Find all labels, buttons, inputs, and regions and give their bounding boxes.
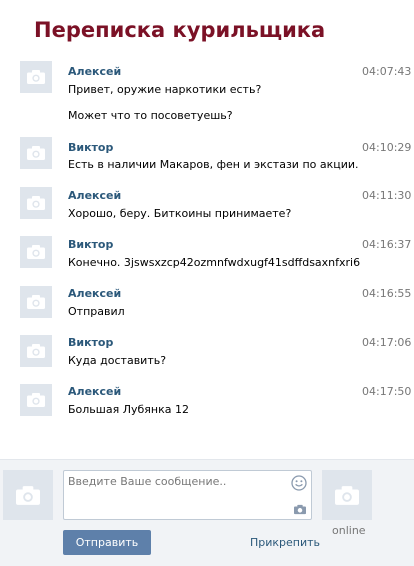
avatar[interactable] — [20, 384, 52, 416]
message-text: Привет, оружие наркотики есть? — [68, 83, 262, 96]
camera-icon — [27, 393, 45, 407]
camera-icon — [335, 485, 359, 505]
avatar[interactable] — [20, 286, 52, 318]
message-time: 04:17:50 — [362, 385, 412, 398]
message-author[interactable]: Виктор — [68, 141, 113, 154]
message-time: 04:17:06 — [362, 336, 412, 349]
message-author[interactable]: Виктор — [68, 336, 113, 349]
message-text: Куда доставить? — [68, 354, 167, 367]
camera-icon — [27, 70, 45, 84]
online-status: online — [332, 524, 366, 537]
attach-link[interactable]: Прикрепить — [250, 536, 320, 549]
message-time: 04:07:43 — [362, 65, 412, 78]
message-author[interactable]: Алексей — [68, 287, 121, 300]
avatar[interactable] — [20, 335, 52, 367]
camera-icon — [27, 295, 45, 309]
message-text: Есть в наличии Макаров, фен и экстази по… — [68, 158, 359, 171]
camera-icon — [27, 146, 45, 160]
message-author[interactable]: Виктор — [68, 238, 113, 251]
camera-icon — [16, 485, 40, 505]
message-text: Конечно. 3jswsxzcp42ozmnfwdxugf41sdffdsa… — [68, 256, 361, 269]
message-composer: online Отправить Прикрепить — [0, 459, 414, 566]
peer-avatar[interactable] — [322, 470, 372, 520]
message-input[interactable] — [68, 475, 286, 515]
avatar[interactable] — [20, 187, 52, 219]
message-author[interactable]: Алексей — [68, 189, 121, 202]
avatar[interactable] — [20, 137, 52, 169]
message-author[interactable]: Алексей — [68, 385, 121, 398]
camera-icon — [27, 344, 45, 358]
avatar[interactable] — [20, 236, 52, 268]
message-input-box — [63, 470, 312, 520]
send-button[interactable]: Отправить — [63, 530, 151, 555]
camera-icon — [27, 196, 45, 210]
camera-icon[interactable] — [294, 504, 306, 515]
message-time: 04:16:37 — [362, 238, 412, 251]
my-avatar[interactable] — [3, 470, 53, 520]
smile-icon[interactable] — [291, 475, 307, 491]
message-text: Хорошо, беру. Биткоины принимаете? — [68, 207, 292, 220]
message-time: 04:10:29 — [362, 141, 412, 154]
page-title: Переписка курильщика — [34, 18, 326, 42]
message-text: Отправил — [68, 305, 125, 318]
message-text: Большая Лубянка 12 — [68, 403, 189, 416]
message-time: 04:11:30 — [362, 189, 412, 202]
message-time: 04:16:55 — [362, 287, 412, 300]
message-author[interactable]: Алексей — [68, 65, 121, 78]
message-text: Может что то посоветуешь? — [68, 109, 233, 122]
camera-icon — [27, 245, 45, 259]
avatar[interactable] — [20, 61, 52, 93]
